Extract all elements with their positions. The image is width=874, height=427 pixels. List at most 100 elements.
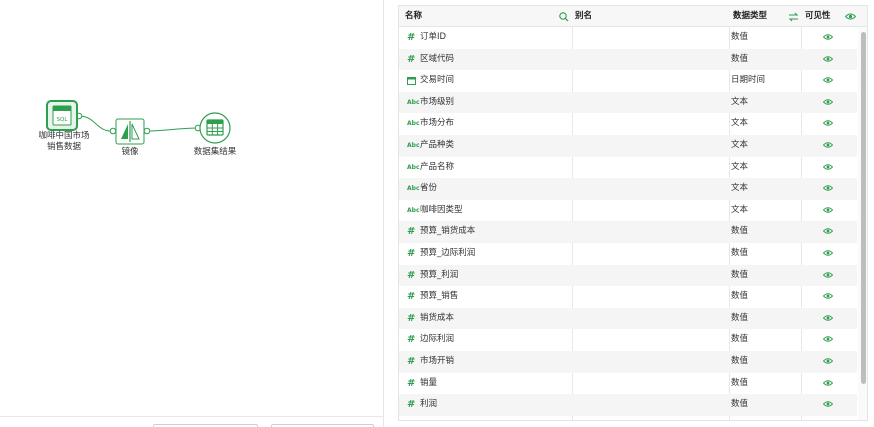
text-type-icon: Abc: [407, 185, 420, 193]
flow-canvas[interactable]: SQL 咖啡中国市场 销售数据 镜像 数据集结果: [0, 0, 384, 427]
visibility-eye-icon[interactable]: [823, 292, 833, 300]
visibility-eye-icon[interactable]: [823, 163, 833, 171]
field-data-type[interactable]: 数值: [731, 243, 748, 265]
field-data-type[interactable]: 数值: [731, 265, 748, 287]
field-alias-input[interactable]: [577, 27, 727, 49]
table-row[interactable]: # 区域代码 数值: [399, 48, 857, 71]
field-alias-input[interactable]: [577, 351, 727, 373]
field-data-type[interactable]: 文本: [731, 157, 748, 179]
table-row[interactable]: Abc 产品种类 文本: [399, 134, 857, 157]
node-label-result[interactable]: 数据集结果: [185, 147, 245, 158]
numeric-icon: #: [407, 53, 416, 65]
visibility-eye-icon[interactable]: [823, 379, 833, 387]
visibility-eye-icon[interactable]: [823, 314, 833, 322]
table-row[interactable]: # 销量 数值: [399, 373, 857, 395]
visibility-eye-icon[interactable]: [823, 249, 833, 257]
field-alias-input[interactable]: [577, 221, 727, 243]
table-row[interactable]: Abc 省份 文本: [399, 178, 857, 200]
visibility-eye-icon[interactable]: [823, 76, 833, 84]
visibility-eye-icon[interactable]: [823, 400, 833, 408]
header-visibility[interactable]: 可见性: [805, 6, 831, 27]
field-alias-input[interactable]: [577, 113, 727, 135]
eye-icon[interactable]: [845, 12, 856, 21]
field-alias-input[interactable]: [577, 329, 727, 351]
table-row[interactable]: # 市场开销 数值: [399, 350, 857, 373]
table-header: 名称 别名 数据类型 可见性: [399, 6, 867, 27]
field-data-type[interactable]: 文本: [731, 113, 748, 135]
field-data-type[interactable]: 文本: [731, 200, 748, 222]
swap-icon[interactable]: [788, 12, 799, 22]
visibility-eye-icon[interactable]: [823, 357, 833, 365]
field-data-type[interactable]: 数值: [731, 329, 748, 351]
table-row[interactable]: # 销货成本 数值: [399, 307, 857, 330]
field-alias-input[interactable]: [577, 157, 727, 179]
search-icon[interactable]: [559, 12, 569, 22]
app-root: SQL 咖啡中国市场 销售数据 镜像 数据集结果 名称 别名 数据类型 可见性 …: [0, 0, 874, 427]
visibility-eye-icon[interactable]: [823, 206, 833, 214]
field-name: 预算_利润: [420, 269, 459, 280]
field-data-type[interactable]: 文本: [731, 92, 748, 114]
field-name: 市场开销: [420, 355, 455, 366]
field-alias-input[interactable]: [577, 70, 727, 92]
header-alias[interactable]: 别名: [575, 6, 592, 27]
canvas-divider: [0, 416, 384, 417]
visibility-eye-icon[interactable]: [823, 227, 833, 235]
field-data-type[interactable]: 数值: [731, 308, 748, 330]
table-row[interactable]: 交易时间 日期时间: [399, 70, 857, 92]
field-data-type[interactable]: 文本: [731, 178, 748, 200]
field-data-type[interactable]: 数值: [731, 286, 748, 308]
visibility-eye-icon[interactable]: [823, 33, 833, 41]
field-alias-input[interactable]: [577, 92, 727, 114]
numeric-icon: #: [407, 355, 416, 367]
field-name: 区域代码: [420, 53, 455, 64]
visibility-eye-icon[interactable]: [823, 55, 833, 63]
table-body: # 订单ID 数值 # 区域代码 数值 交易时间 日期时间 Abc 市场级别 文本 Abc 市场分布 文本…: [399, 27, 857, 416]
field-data-type[interactable]: 数值: [731, 351, 748, 373]
table-row[interactable]: # 预算_销售 数值: [399, 286, 857, 308]
field-data-type[interactable]: 数值: [731, 49, 748, 71]
table-row[interactable]: Abc 产品名称 文本: [399, 157, 857, 179]
field-alias-input[interactable]: [577, 135, 727, 157]
field-alias-input[interactable]: [577, 243, 727, 265]
field-alias-input[interactable]: [577, 178, 727, 200]
field-data-type[interactable]: 数值: [731, 221, 748, 243]
table-row[interactable]: # 订单ID 数值: [399, 27, 857, 49]
numeric-icon: #: [407, 312, 416, 324]
table-row[interactable]: # 预算_销货成本 数值: [399, 221, 857, 243]
numeric-icon: #: [407, 247, 416, 259]
header-data-type[interactable]: 数据类型: [733, 6, 767, 27]
field-data-type[interactable]: 数值: [731, 27, 748, 49]
numeric-icon: #: [407, 291, 416, 303]
field-name: 销货成本: [420, 312, 455, 323]
table-row[interactable]: Abc 市场分布 文本: [399, 113, 857, 135]
header-name[interactable]: 名称: [405, 6, 422, 27]
table-row[interactable]: # 边际利润 数值: [399, 329, 857, 351]
node-label-source[interactable]: 咖啡中国市场 销售数据: [26, 131, 102, 153]
table-row[interactable]: Abc 市场级别 文本: [399, 91, 857, 114]
field-data-type[interactable]: 文本: [731, 135, 748, 157]
field-alias-input[interactable]: [577, 265, 727, 287]
visibility-eye-icon[interactable]: [823, 271, 833, 279]
visibility-eye-icon[interactable]: [823, 335, 833, 343]
scrollbar-thumb[interactable]: [861, 32, 866, 384]
visibility-eye-icon[interactable]: [823, 98, 833, 106]
table-row[interactable]: # 利润 数值: [399, 394, 857, 416]
visibility-eye-icon[interactable]: [823, 184, 833, 192]
table-row[interactable]: Abc 咖啡因类型 文本: [399, 200, 857, 222]
table-row[interactable]: # 预算_边际利润 数值: [399, 243, 857, 265]
field-alias-input[interactable]: [577, 200, 727, 222]
field-alias-input[interactable]: [577, 373, 727, 395]
visibility-eye-icon[interactable]: [823, 119, 833, 127]
field-alias-input[interactable]: [577, 308, 727, 330]
field-data-type[interactable]: 数值: [731, 373, 748, 395]
visibility-eye-icon[interactable]: [823, 141, 833, 149]
field-alias-input[interactable]: [577, 394, 727, 416]
field-data-type[interactable]: 日期时间: [731, 70, 765, 92]
node-label-mirror[interactable]: 镜像: [110, 147, 150, 158]
field-name: 预算_销售: [420, 291, 459, 302]
table-row[interactable]: # 预算_利润 数值: [399, 264, 857, 287]
field-data-type[interactable]: 数值: [731, 394, 748, 416]
field-alias-input[interactable]: [577, 286, 727, 308]
mirror-icon: [115, 118, 145, 145]
field-alias-input[interactable]: [577, 49, 727, 71]
